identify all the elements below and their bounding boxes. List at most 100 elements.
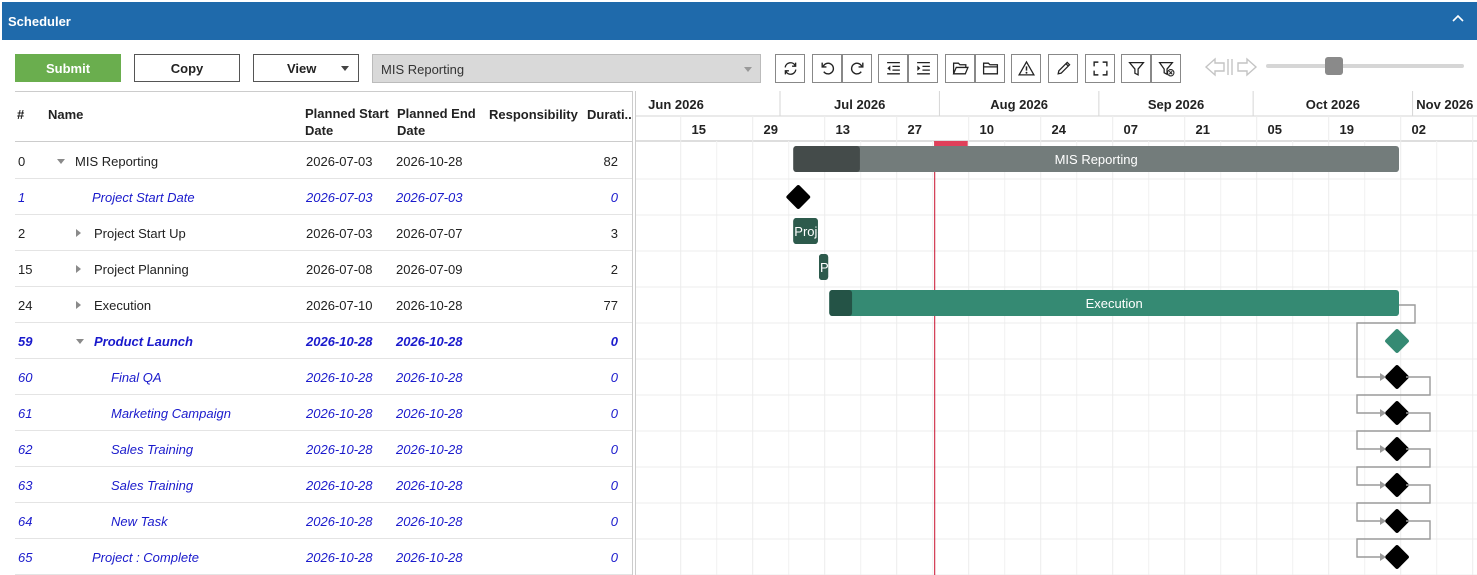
table-row[interactable]: 0 MIS Reporting 2026-07-03 2026-10-28 82 xyxy=(15,143,632,179)
gantt-svg: Jun 2026 Jul 2026 Aug 2026 Sep 2026 Oct 2026… xyxy=(636,91,1477,575)
row-name: Marketing Campaign xyxy=(111,406,231,421)
zoom-slider-thumb[interactable] xyxy=(1325,57,1344,75)
edit-button[interactable] xyxy=(1048,54,1078,83)
row-id: 24 xyxy=(18,298,33,313)
milestone-diamond[interactable] xyxy=(1384,328,1409,353)
indent-button[interactable] xyxy=(908,54,938,83)
column-header-name[interactable]: Name xyxy=(48,106,83,123)
milestone-diamond[interactable] xyxy=(1384,436,1409,461)
indent-icon xyxy=(916,62,930,75)
column-header-planned-end[interactable]: Planned End Date xyxy=(397,105,476,139)
submit-button[interactable]: Submit xyxy=(15,54,121,82)
clear-filter-button[interactable] xyxy=(1151,54,1181,83)
table-row[interactable]: 62 Sales Training 2026-10-28 2026-10-28 0 xyxy=(15,431,632,467)
milestone-diamond[interactable] xyxy=(1384,400,1409,425)
task-bar-progress xyxy=(829,290,853,316)
chevron-up-icon[interactable] xyxy=(1451,11,1465,25)
row-id: 63 xyxy=(18,478,33,493)
filter-icon xyxy=(1127,62,1145,76)
row-name: MIS Reporting xyxy=(75,154,159,169)
collapse-arrow-icon[interactable] xyxy=(76,339,84,344)
table-row[interactable]: 2 Project Start Up 2026-07-03 2026-07-07 3 xyxy=(15,215,632,251)
project-select[interactable]: MIS Reporting xyxy=(372,54,761,83)
row-id: 2 xyxy=(18,226,26,241)
row-name: Project Planning xyxy=(94,262,189,277)
table-row[interactable]: 64 New Task 2026-10-28 2026-10-28 0 xyxy=(15,503,632,539)
row-name: Project Start Up xyxy=(94,226,186,241)
week-label: 24 xyxy=(1051,122,1066,137)
project-select-value: MIS Reporting xyxy=(381,62,465,77)
row-id: 60 xyxy=(18,370,33,385)
redo-button[interactable] xyxy=(842,54,872,83)
task-bar-label: MIS Reporting xyxy=(1055,152,1138,167)
column-header-responsibility[interactable]: Responsibility xyxy=(489,106,578,123)
month-label: Oct 2026 xyxy=(1306,97,1360,112)
month-label: Sep 2026 xyxy=(1148,97,1204,112)
row-id: 62 xyxy=(18,442,33,457)
table-row[interactable]: 1 Project Start Date 2026-07-03 2026-07-03 0 xyxy=(15,179,632,215)
month-label: Jun 2026 xyxy=(648,97,704,112)
copy-button[interactable]: Copy xyxy=(134,54,240,82)
month-label: Jul 2026 xyxy=(834,97,885,112)
row-planned-end: 2026-10-28 xyxy=(396,406,463,421)
column-header-number[interactable]: # xyxy=(17,106,24,123)
row-duration: 0 xyxy=(610,514,618,529)
open-folder-button[interactable] xyxy=(945,54,975,83)
dependency-arrowhead xyxy=(1380,445,1386,453)
row-duration: 3 xyxy=(610,226,618,241)
filter-button[interactable] xyxy=(1121,54,1151,83)
row-planned-end: 2026-10-28 xyxy=(396,514,463,529)
clear-filter-icon xyxy=(1157,62,1174,77)
fullscreen-button[interactable] xyxy=(1085,54,1115,83)
outdent-button[interactable] xyxy=(878,54,908,83)
milestone-diamond[interactable] xyxy=(786,184,811,209)
refresh-button[interactable] xyxy=(775,54,805,83)
column-header-planned-start[interactable]: Planned Start Date xyxy=(305,105,389,139)
table-row[interactable]: 65 Project : Complete 2026-10-28 2026-10-28… xyxy=(15,539,632,575)
table-row[interactable]: 63 Sales Training 2026-10-28 2026-10-28 0 xyxy=(15,467,632,503)
table-row[interactable]: 15 Project Planning 2026-07-08 2026-07-09 2 xyxy=(15,251,632,287)
row-name: Final QA xyxy=(111,370,162,385)
column-header-duration[interactable]: Durati.. xyxy=(587,106,632,123)
expand-arrow-icon[interactable] xyxy=(76,265,81,273)
dependency-arrowhead xyxy=(1380,409,1386,417)
view-dropdown[interactable]: View xyxy=(253,54,359,82)
scroll-arrows-icon[interactable] xyxy=(1204,57,1258,77)
task-bar-label: Project Planning xyxy=(820,260,915,275)
chevron-down-icon xyxy=(744,67,752,72)
fullscreen-icon xyxy=(1092,61,1108,76)
folder-button[interactable] xyxy=(975,54,1005,83)
zoom-slider-track[interactable] xyxy=(1266,64,1464,68)
warning-button[interactable] xyxy=(1011,54,1041,83)
collapse-arrow-icon[interactable] xyxy=(57,159,65,164)
dependency-arrowhead xyxy=(1380,553,1386,561)
milestone-diamond[interactable] xyxy=(1384,508,1409,533)
table-row[interactable]: 61 Marketing Campaign 2026-10-28 2026-10-28… xyxy=(15,395,632,431)
table-row[interactable]: 59 Product Launch 2026-10-28 2026-10-28 0 xyxy=(15,323,632,359)
week-label: 15 xyxy=(691,122,705,137)
row-planned-end: 2026-07-07 xyxy=(396,226,463,241)
folder-icon xyxy=(982,62,998,75)
warning-icon xyxy=(1017,60,1035,76)
row-name: Sales Training xyxy=(111,442,194,457)
expand-arrow-icon[interactable] xyxy=(76,229,81,237)
undo-icon xyxy=(820,62,834,75)
row-duration: 0 xyxy=(610,550,618,565)
table-row[interactable]: 24 Execution 2026-07-10 2026-10-28 77 xyxy=(15,287,632,323)
month-label: Nov 2026 xyxy=(1416,97,1473,112)
row-id: 64 xyxy=(18,514,33,529)
table-row[interactable]: 60 Final QA 2026-10-28 2026-10-28 0 xyxy=(15,359,632,395)
row-planned-end: 2026-10-28 xyxy=(396,298,463,313)
expand-arrow-icon[interactable] xyxy=(76,301,81,309)
row-planned-end: 2026-07-03 xyxy=(396,190,463,205)
row-name: Project Start Date xyxy=(92,190,195,205)
row-planned-start: 2026-07-10 xyxy=(306,298,373,313)
grid-header: # Name Planned Start Date Planned End Da… xyxy=(15,91,632,142)
milestone-diamond[interactable] xyxy=(1384,472,1409,497)
undo-button[interactable] xyxy=(812,54,842,83)
milestone-diamond[interactable] xyxy=(1384,544,1409,569)
row-id: 61 xyxy=(18,406,33,421)
row-planned-start: 2026-10-28 xyxy=(306,550,373,565)
milestone-diamond[interactable] xyxy=(1384,364,1409,389)
row-planned-start: 2026-10-28 xyxy=(306,442,373,457)
